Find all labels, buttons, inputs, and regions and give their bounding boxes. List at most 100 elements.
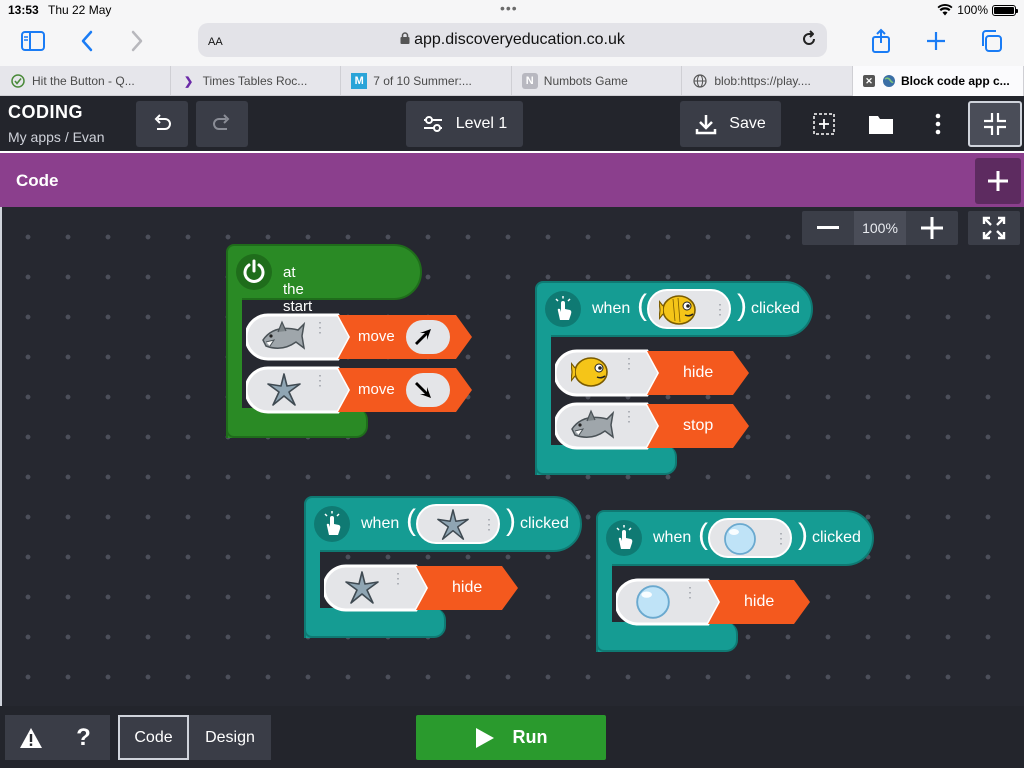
battery-icon xyxy=(992,4,1018,16)
help-button[interactable]: ? xyxy=(57,715,110,760)
drag-dots-icon[interactable]: ⋮ xyxy=(713,301,727,318)
tab-code[interactable]: Code xyxy=(118,715,189,760)
sprite-selector[interactable]: ⋮ xyxy=(416,504,500,544)
run-button[interactable]: Run xyxy=(416,715,606,760)
tab-label: blob:https://play.... xyxy=(714,74,811,88)
new-tab-icon[interactable] xyxy=(919,26,953,56)
command-label: move xyxy=(358,328,395,345)
command-row[interactable]: ⋮ hide xyxy=(553,348,751,403)
clicked-label: clicked xyxy=(520,515,569,532)
add-block-button[interactable] xyxy=(975,158,1021,204)
plus-icon xyxy=(921,217,943,239)
clicked-label: clicked xyxy=(812,529,861,546)
exit-fullscreen-button[interactable] xyxy=(968,101,1022,147)
command-row[interactable]: ⋮ stop xyxy=(553,401,751,456)
tabs-overview-icon[interactable] xyxy=(974,26,1008,56)
warnings-button[interactable] xyxy=(5,715,57,760)
drag-dots-icon[interactable]: ⋮ xyxy=(622,356,636,370)
warning-icon xyxy=(20,727,42,748)
drag-dots-icon[interactable]: ⋮ xyxy=(683,585,697,599)
tab-numbots[interactable]: N Numbots Game xyxy=(512,66,683,96)
bottom-toolbar: ? Code Design Run xyxy=(0,706,1024,768)
command-label: move xyxy=(358,381,395,398)
shark-icon xyxy=(571,409,615,439)
undo-icon xyxy=(154,114,171,130)
close-tab-icon[interactable]: ✕ xyxy=(862,75,875,87)
run-label: Run xyxy=(512,727,548,747)
fit-screen-button[interactable] xyxy=(968,211,1020,245)
tab-times-tables[interactable]: ❯ Times Tables Roc... xyxy=(171,66,342,96)
clock-date: Thu 22 May xyxy=(48,3,112,17)
url-text: app.discoveryeducation.co.uk xyxy=(414,31,625,48)
forward-icon[interactable] xyxy=(120,26,154,56)
drag-dots-icon[interactable]: ⋮ xyxy=(482,516,496,533)
tab-label: Numbots Game xyxy=(543,74,628,88)
command-row[interactable]: ⋮ move xyxy=(244,365,474,420)
folder-button[interactable] xyxy=(857,101,905,147)
more-vertical-icon xyxy=(935,113,941,135)
zoom-in-button[interactable] xyxy=(906,211,958,245)
plus-icon xyxy=(988,171,1008,191)
m-icon: M xyxy=(351,73,368,89)
breadcrumb-separator: / xyxy=(64,129,69,145)
tab-summer[interactable]: M 7 of 10 Summer:... xyxy=(341,66,512,96)
tap-icon xyxy=(314,506,350,542)
tab-blob[interactable]: blob:https://play.... xyxy=(682,66,853,96)
share-icon[interactable] xyxy=(864,26,898,56)
expand-icon xyxy=(982,216,1006,240)
start-label: at the start xyxy=(283,264,313,315)
sprite-selector[interactable]: ⋮ xyxy=(647,289,731,329)
breadcrumb-root[interactable]: My apps xyxy=(8,129,61,145)
breadcrumb-current: Evan xyxy=(72,129,105,145)
tab-label: Hit the Button - Q... xyxy=(32,74,135,88)
direction-selector[interactable] xyxy=(406,373,450,407)
paren-open: ( xyxy=(406,504,416,537)
yellow-fish-icon xyxy=(571,357,608,387)
bubble-icon xyxy=(724,523,756,555)
code-canvas[interactable]: 100% at the start ⋮ move ⋮ move when (⋮… xyxy=(0,207,1024,706)
tab-hit-the-button[interactable]: Hit the Button - Q... xyxy=(0,66,171,96)
undo-button[interactable] xyxy=(136,101,188,147)
command-row[interactable]: ⋮ hide xyxy=(322,563,520,618)
redo-button[interactable] xyxy=(196,101,248,147)
level-button[interactable]: Level 1 xyxy=(406,101,523,147)
globe-icon xyxy=(881,73,897,89)
power-icon xyxy=(236,254,272,290)
redo-icon xyxy=(213,114,230,130)
drag-dots-icon[interactable]: ⋮ xyxy=(774,530,788,547)
command-row[interactable]: ⋮ move xyxy=(244,312,474,367)
tab-label: Block code app c... xyxy=(900,74,1010,88)
command-row[interactable]: ⋮ hide xyxy=(614,577,812,632)
address-bar[interactable]: AA app.discoveryeducation.co.uk xyxy=(198,23,827,57)
browser-toolbar: AA app.discoveryeducation.co.uk xyxy=(0,20,1024,66)
question-icon: ? xyxy=(76,723,91,751)
sidebar-toggle-icon[interactable] xyxy=(16,26,50,56)
drag-dots-icon[interactable]: ⋮ xyxy=(391,571,405,585)
code-panel-header: Code xyxy=(0,151,1024,207)
lock-icon xyxy=(400,32,410,47)
direction-selector[interactable] xyxy=(406,320,450,354)
command-label: stop xyxy=(683,417,714,434)
status-bar: 13:53 Thu 22 May ••• 100% xyxy=(0,0,1024,20)
command-label: hide xyxy=(744,593,775,610)
zoom-out-button[interactable] xyxy=(802,211,854,245)
starfish-icon xyxy=(267,373,301,406)
tab-design[interactable]: Design xyxy=(189,715,271,760)
save-button[interactable]: Save xyxy=(680,101,781,147)
reload-icon[interactable] xyxy=(799,29,819,54)
tap-icon xyxy=(545,291,581,327)
back-icon[interactable] xyxy=(70,26,104,56)
add-screen-button[interactable] xyxy=(800,101,848,147)
multitask-dots-icon[interactable]: ••• xyxy=(500,0,518,16)
drag-dots-icon[interactable]: ⋮ xyxy=(313,320,327,334)
more-options-button[interactable] xyxy=(914,101,962,147)
tab-block-code[interactable]: ✕ Block code app c... xyxy=(852,66,1024,96)
level-settings-icon xyxy=(423,116,442,132)
status-right: 100% xyxy=(937,3,1018,17)
clicked-label: clicked xyxy=(751,300,800,317)
drag-dots-icon[interactable]: ⋮ xyxy=(622,409,636,423)
sprite-selector[interactable]: ⋮ xyxy=(708,518,792,558)
n-icon: N xyxy=(521,73,538,89)
drag-dots-icon[interactable]: ⋮ xyxy=(313,373,327,387)
zoom-controls: 100% xyxy=(802,211,958,245)
